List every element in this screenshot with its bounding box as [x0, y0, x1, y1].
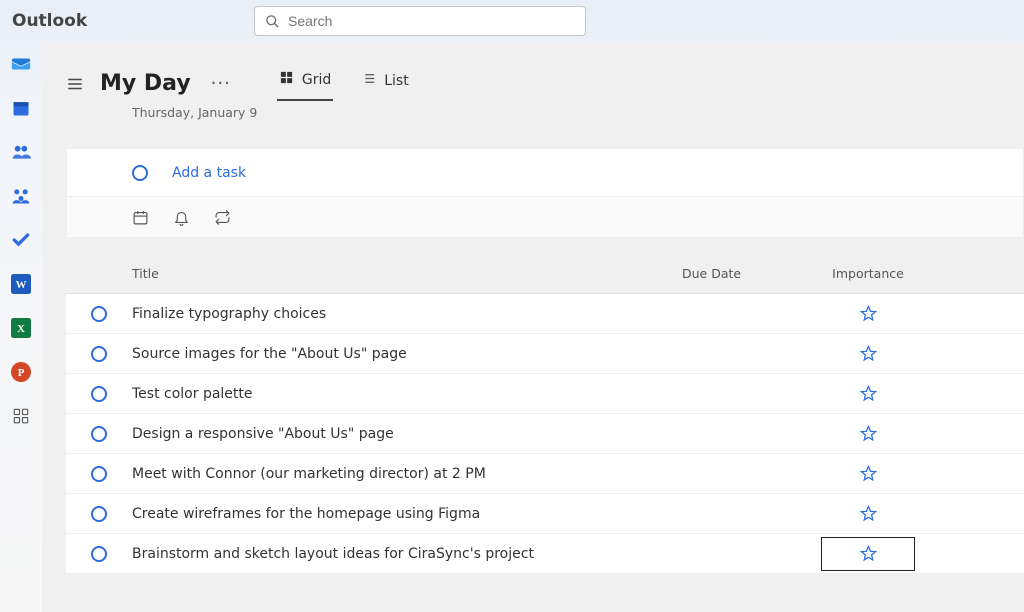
add-task-card: Add a task — [66, 148, 1024, 238]
people-icon[interactable] — [9, 140, 33, 164]
task-title: Design a responsive "About Us" page — [132, 426, 682, 442]
word-icon[interactable]: W — [9, 272, 33, 296]
col-title[interactable]: Title — [132, 266, 682, 281]
due-date-icon[interactable] — [132, 209, 149, 226]
app-rail: W X P — [0, 42, 42, 612]
svg-text:X: X — [17, 323, 25, 335]
table-row[interactable]: Test color palette — [66, 374, 1024, 414]
view-grid-label: Grid — [302, 72, 331, 88]
complete-toggle[interactable] — [91, 426, 107, 442]
task-title: Source images for the "About Us" page — [132, 346, 682, 362]
powerpoint-icon[interactable]: P — [9, 360, 33, 384]
add-task-row[interactable]: Add a task — [66, 148, 1024, 196]
more-apps-icon[interactable] — [9, 404, 33, 428]
page-date: Thursday, January 9 — [42, 101, 1024, 120]
col-due[interactable]: Due Date — [682, 266, 802, 281]
table-body: Finalize typography choices Source images… — [66, 294, 1024, 574]
mail-icon[interactable] — [9, 52, 33, 76]
importance-star[interactable] — [827, 499, 909, 529]
view-list[interactable]: List — [359, 67, 410, 100]
task-title: Finalize typography choices — [132, 306, 682, 322]
importance-star[interactable] — [827, 419, 909, 449]
importance-star[interactable] — [821, 537, 915, 571]
search-input[interactable] — [288, 13, 575, 29]
view-grid[interactable]: Grid — [277, 66, 333, 101]
complete-toggle[interactable] — [91, 346, 107, 362]
task-title: Brainstorm and sketch layout ideas for C… — [132, 546, 682, 562]
page-title: My Day — [100, 71, 191, 96]
col-importance[interactable]: Importance — [802, 266, 1024, 281]
list-icon — [361, 71, 376, 90]
more-options-icon[interactable]: ··· — [207, 75, 235, 93]
view-list-label: List — [384, 73, 408, 89]
table-row[interactable]: Finalize typography choices — [66, 294, 1024, 334]
svg-text:P: P — [18, 367, 25, 379]
groups-icon[interactable] — [9, 184, 33, 208]
table-row[interactable]: Source images for the "About Us" page — [66, 334, 1024, 374]
task-title: Test color palette — [132, 386, 682, 402]
importance-star[interactable] — [827, 339, 909, 369]
add-task-circle-icon — [132, 165, 148, 181]
page-header: My Day ··· Grid List — [42, 66, 1024, 101]
main-area: My Day ··· Grid List Thursday, January 9 — [42, 42, 1024, 612]
complete-toggle[interactable] — [91, 506, 107, 522]
importance-star[interactable] — [827, 459, 909, 489]
table-header: Title Due Date Importance — [66, 254, 1024, 294]
complete-toggle[interactable] — [91, 466, 107, 482]
complete-toggle[interactable] — [91, 546, 107, 562]
title-bar: Outlook — [0, 0, 1024, 42]
table-row[interactable]: Design a responsive "About Us" page — [66, 414, 1024, 454]
importance-star[interactable] — [827, 299, 909, 329]
task-title: Create wireframes for the homepage using… — [132, 506, 682, 522]
view-switcher: Grid List — [277, 66, 411, 101]
table-row[interactable]: Meet with Connor (our marketing director… — [66, 454, 1024, 494]
svg-text:W: W — [16, 279, 27, 291]
task-title: Meet with Connor (our marketing director… — [132, 466, 682, 482]
table-row[interactable]: Create wireframes for the homepage using… — [66, 494, 1024, 534]
table-row[interactable]: Brainstorm and sketch layout ideas for C… — [66, 534, 1024, 574]
repeat-icon[interactable] — [214, 209, 231, 226]
calendar-icon[interactable] — [9, 96, 33, 120]
reminder-icon[interactable] — [173, 209, 190, 226]
excel-icon[interactable]: X — [9, 316, 33, 340]
add-task-label: Add a task — [172, 165, 246, 181]
grid-icon — [279, 70, 294, 89]
complete-toggle[interactable] — [91, 386, 107, 402]
search-box[interactable] — [254, 6, 586, 36]
importance-star[interactable] — [827, 379, 909, 409]
search-icon — [265, 14, 280, 29]
task-table: Title Due Date Importance Finalize typog… — [66, 254, 1024, 574]
todo-icon[interactable] — [9, 228, 33, 252]
hamburger-icon[interactable] — [66, 75, 84, 93]
complete-toggle[interactable] — [91, 306, 107, 322]
app-brand: Outlook — [12, 11, 87, 31]
add-task-toolbar — [66, 196, 1024, 238]
